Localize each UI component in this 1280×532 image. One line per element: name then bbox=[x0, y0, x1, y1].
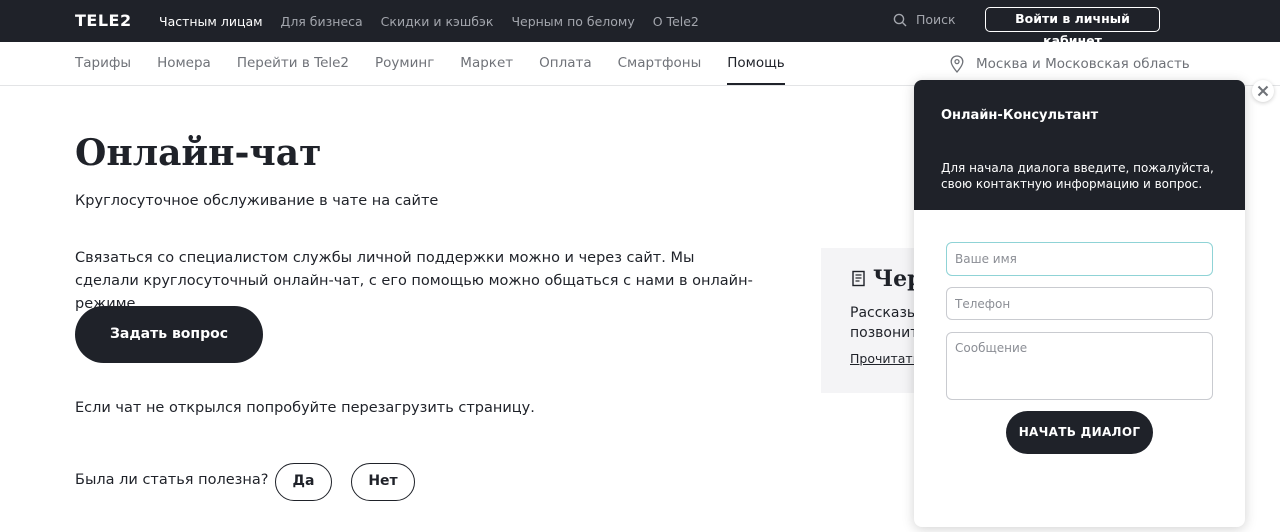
card-text-line: Рассказы bbox=[850, 305, 918, 321]
card-text-line: позвонит bbox=[850, 325, 919, 341]
search-button[interactable]: Поиск bbox=[893, 12, 956, 27]
side-article-card: Чер Рассказы позвонит Прочитать bbox=[821, 248, 921, 393]
vote-yes-button[interactable]: Да bbox=[275, 463, 332, 501]
subnav-item-switch[interactable]: Перейти в Tele2 bbox=[237, 42, 349, 85]
top-nav: Частным лицам Для бизнеса Скидки и кэшбэ… bbox=[159, 0, 717, 42]
location-pin-icon bbox=[950, 55, 964, 73]
topnav-item-discounts[interactable]: Скидки и кэшбэк bbox=[381, 14, 494, 29]
chat-header: Онлайн-Консультант Для начала диалога вв… bbox=[914, 80, 1245, 210]
top-bar: TELE2 Частным лицам Для бизнеса Скидки и… bbox=[0, 0, 1280, 48]
start-dialog-button[interactable]: НАЧАТЬ ДИАЛОГ bbox=[1006, 411, 1153, 454]
tele2-logo[interactable]: TELE2 bbox=[75, 11, 132, 30]
close-icon bbox=[1257, 85, 1269, 97]
helpful-question: Была ли статья полезна? bbox=[75, 472, 269, 488]
vote-no-button[interactable]: Нет bbox=[351, 463, 415, 501]
card-read-link[interactable]: Прочитать bbox=[850, 351, 920, 366]
subnav-item-tariffs[interactable]: Тарифы bbox=[75, 42, 131, 85]
ask-question-button[interactable]: Задать вопрос bbox=[75, 306, 263, 363]
document-icon bbox=[852, 270, 865, 287]
topnav-item-business[interactable]: Для бизнеса bbox=[281, 14, 363, 29]
reload-hint: Если чат не открылся попробуйте перезагр… bbox=[75, 400, 535, 416]
topnav-item-black-on-white[interactable]: Черным по белому bbox=[511, 14, 634, 29]
search-label: Поиск bbox=[916, 12, 956, 27]
search-icon bbox=[893, 13, 907, 26]
body-text-line: Связаться со специалистом службы личной … bbox=[75, 250, 695, 266]
subnav-item-market[interactable]: Маркет bbox=[460, 42, 513, 85]
chat-widget: Онлайн-Консультант Для начала диалога вв… bbox=[914, 80, 1245, 527]
chat-description: Для начала диалога введите, пожалуйста, … bbox=[941, 161, 1214, 191]
chat-close-button[interactable] bbox=[1252, 80, 1274, 102]
chat-title: Онлайн-Консультант bbox=[941, 108, 1099, 123]
phone-field[interactable] bbox=[946, 287, 1213, 320]
subnav-item-help[interactable]: Помощь bbox=[727, 42, 785, 85]
card-text: Рассказы позвонит bbox=[850, 303, 918, 343]
message-field[interactable] bbox=[946, 332, 1213, 400]
subnav-item-smartphones[interactable]: Смартфоны bbox=[618, 42, 702, 85]
region-selector[interactable]: Москва и Московская область bbox=[950, 55, 1190, 73]
topnav-item-private[interactable]: Частным лицам bbox=[159, 14, 263, 29]
subnav-item-payment[interactable]: Оплата bbox=[539, 42, 592, 85]
name-field[interactable] bbox=[946, 242, 1213, 276]
login-button[interactable]: Войти в личный кабинет bbox=[985, 7, 1160, 48]
topnav-item-about[interactable]: О Tele2 bbox=[653, 14, 699, 29]
page-title: Онлайн-чат bbox=[75, 132, 322, 174]
page-subtitle: Круглосуточное обслуживание в чате на са… bbox=[75, 193, 439, 209]
subnav-item-numbers[interactable]: Номера bbox=[157, 42, 211, 85]
region-label: Москва и Московская область bbox=[976, 56, 1190, 72]
subnav-item-roaming[interactable]: Роуминг bbox=[375, 42, 434, 85]
